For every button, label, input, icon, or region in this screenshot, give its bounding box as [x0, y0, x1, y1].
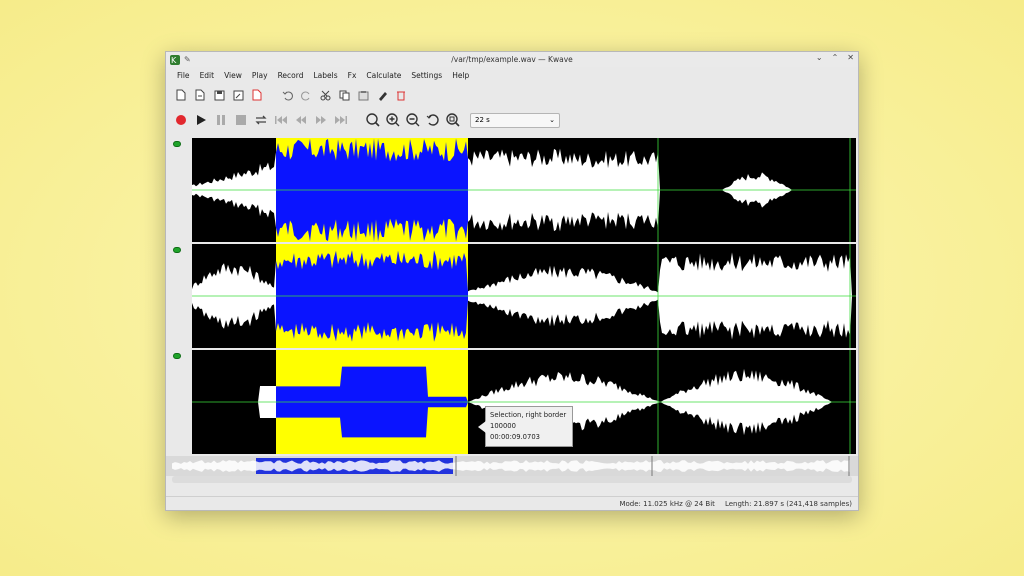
menu-calculate[interactable]: Calculate	[361, 71, 406, 80]
signal-view[interactable]: Selection, right border 100000 00:00:09.…	[166, 138, 858, 456]
forward-icon[interactable]	[314, 113, 328, 127]
track-selectors	[166, 138, 192, 456]
zoom-all-icon[interactable]	[446, 113, 460, 127]
track-3-enable-led[interactable]	[173, 353, 181, 359]
undo-icon[interactable]	[280, 88, 294, 102]
loop-icon[interactable]	[254, 113, 268, 127]
record-icon[interactable]	[174, 113, 188, 127]
zoom-to-selection-icon[interactable]	[366, 113, 380, 127]
maximize-icon[interactable]: ⌃	[832, 53, 839, 62]
minimize-icon[interactable]: ⌄	[816, 53, 823, 62]
menu-file[interactable]: File	[172, 71, 195, 80]
save-as-icon[interactable]	[231, 88, 245, 102]
tooltip-line-2: 100000	[490, 422, 516, 430]
new-file-icon[interactable]	[174, 88, 188, 102]
delete-icon[interactable]	[394, 88, 408, 102]
tooltip-line-1: Selection, right border	[490, 411, 567, 419]
menu-bar: File Edit View Play Record Labels Fx Cal…	[166, 67, 858, 83]
zoom-select-value: 22 s	[475, 116, 490, 124]
svg-text:K: K	[171, 56, 177, 65]
window-title: /var/tmp/example.wav — Kwave	[451, 55, 573, 64]
menu-labels[interactable]: Labels	[308, 71, 342, 80]
rewind-icon[interactable]	[294, 113, 308, 127]
close-icon[interactable]: ✕	[847, 53, 854, 62]
status-length: Length: 21.897 s (241,418 samples)	[724, 499, 852, 508]
status-mode: Mode: 11.025 kHz @ 24 Bit	[619, 499, 715, 508]
rewind-start-icon[interactable]	[274, 113, 288, 127]
menu-fx[interactable]: Fx	[343, 71, 362, 80]
chevron-down-icon: ⌄	[549, 116, 555, 124]
zoom-in-icon[interactable]	[386, 113, 400, 127]
edit-toolbar	[166, 83, 858, 107]
pause-icon[interactable]	[214, 113, 228, 127]
play-icon[interactable]	[194, 113, 208, 127]
menu-play[interactable]: Play	[247, 71, 273, 80]
cut-icon[interactable]	[318, 88, 332, 102]
menu-view[interactable]: View	[219, 71, 247, 80]
horizontal-scrollbar[interactable]	[172, 476, 852, 483]
menu-edit[interactable]: Edit	[195, 71, 220, 80]
title-bar: K ✎ /var/tmp/example.wav — Kwave ⌄ ⌃ ✕	[166, 52, 858, 67]
close-file-icon[interactable]	[250, 88, 264, 102]
save-icon[interactable]	[212, 88, 226, 102]
tooltip-line-3: 00:00:09.0703	[490, 433, 540, 441]
status-bar: Mode: 11.025 kHz @ 24 Bit Length: 21.897…	[166, 496, 858, 510]
forward-end-icon[interactable]	[334, 113, 348, 127]
menu-record[interactable]: Record	[273, 71, 309, 80]
open-file-icon[interactable]	[193, 88, 207, 102]
track-2-enable-led[interactable]	[173, 247, 181, 253]
kwave-app-icon: K	[170, 54, 180, 65]
kwave-window: K ✎ /var/tmp/example.wav — Kwave ⌄ ⌃ ✕ F…	[165, 51, 859, 511]
zoom-normal-icon[interactable]	[426, 113, 440, 127]
erase-icon[interactable]	[375, 88, 389, 102]
overview-waveform[interactable]	[166, 456, 858, 476]
track-1-enable-led[interactable]	[173, 141, 181, 147]
copy-icon[interactable]	[337, 88, 351, 102]
menu-settings[interactable]: Settings	[406, 71, 447, 80]
selection-tooltip: Selection, right border 100000 00:00:09.…	[478, 406, 573, 447]
zoom-out-icon[interactable]	[406, 113, 420, 127]
paste-icon[interactable]	[356, 88, 370, 102]
transport-toolbar: 22 s ⌄	[166, 107, 858, 133]
menu-help[interactable]: Help	[447, 71, 474, 80]
pin-icon[interactable]: ✎	[184, 55, 191, 64]
overview-strip[interactable]	[166, 456, 858, 476]
zoom-select[interactable]: 22 s ⌄	[470, 112, 560, 128]
stop-icon[interactable]	[234, 113, 248, 127]
redo-icon[interactable]	[299, 88, 313, 102]
